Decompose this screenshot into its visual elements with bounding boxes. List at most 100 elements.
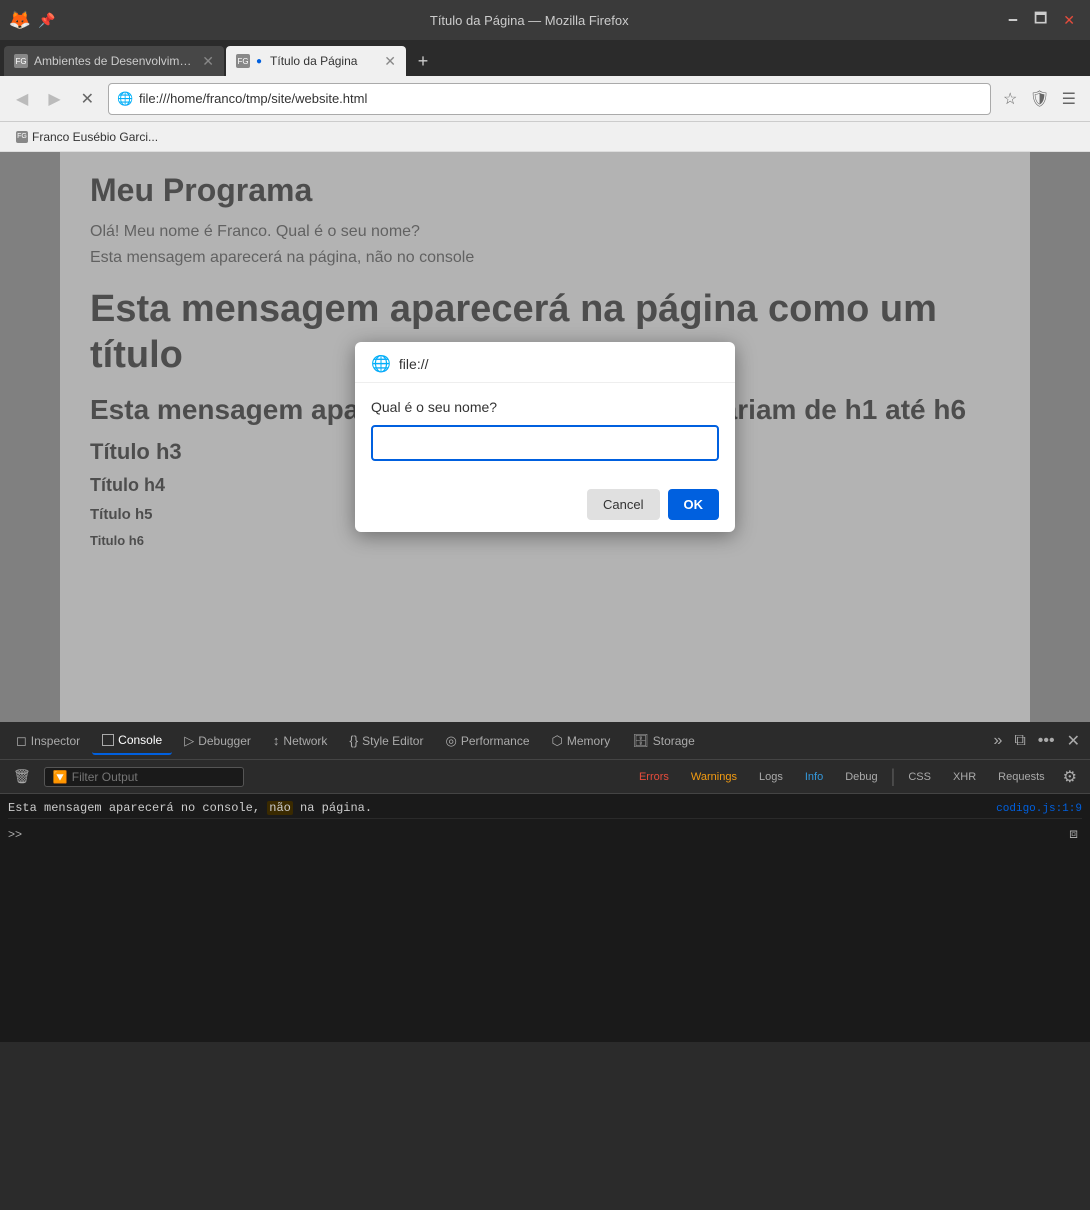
close-button[interactable]: ✕ bbox=[1058, 10, 1080, 31]
devtools-panel: ◻ Inspector Console ▷ Debugger ↕ Network… bbox=[0, 722, 1090, 1042]
storage-icon: 🗄 bbox=[632, 733, 649, 749]
tab-close-titulo[interactable]: ✕ bbox=[384, 53, 396, 70]
dialog-url: file:// bbox=[399, 356, 429, 372]
nav-right-icons: ☆ 🛡 ☰ bbox=[999, 85, 1080, 113]
devtools-toolbar-right: » ⧉ ••• ✕ bbox=[989, 727, 1084, 755]
window-title: Título da Página — Mozilla Firefox bbox=[55, 13, 1003, 28]
filter-output-wrap: 🔽 bbox=[44, 767, 244, 787]
filter-debug-button[interactable]: Debug bbox=[836, 768, 886, 786]
style-editor-label: Style Editor bbox=[362, 734, 423, 748]
forward-button[interactable]: ▶ bbox=[42, 85, 66, 113]
bookmark-franco[interactable]: FG Franco Eusébio Garci... bbox=[10, 128, 164, 146]
tab-close-ambientes[interactable]: ✕ bbox=[202, 53, 214, 70]
dialog-label: Qual é o seu nome? bbox=[371, 399, 719, 415]
dialog-header: 🌐 file:// bbox=[355, 342, 735, 383]
titlebar-left: 🦊 📌 bbox=[10, 10, 55, 30]
console-filter-buttons: Errors Warnings Logs Info Debug | CSS XH… bbox=[630, 764, 1082, 790]
navbar: ◀ ▶ ✕ 🌐 file:///home/franco/tmp/site/web… bbox=[0, 76, 1090, 122]
console-log-line: Esta mensagem aparecerá no console, não … bbox=[8, 798, 1082, 819]
inspector-icon: ◻ bbox=[16, 733, 27, 749]
titlebar: 🦊 📌 Título da Página — Mozilla Firefox 🗕… bbox=[0, 0, 1090, 40]
tab-console[interactable]: Console bbox=[92, 727, 172, 755]
bookmarks-bar: FG Franco Eusébio Garci... bbox=[0, 122, 1090, 152]
debugger-label: Debugger bbox=[198, 734, 251, 748]
tab-style-editor[interactable]: {} Style Editor bbox=[339, 727, 433, 754]
ok-button[interactable]: OK bbox=[668, 489, 720, 520]
filter-info-button[interactable]: Info bbox=[796, 768, 832, 786]
prompt-chevron: >> bbox=[8, 827, 22, 841]
performance-icon: ◎ bbox=[445, 733, 456, 749]
tab-debugger[interactable]: ▷ Debugger bbox=[174, 727, 261, 755]
network-label: Network bbox=[283, 734, 327, 748]
tab-modified-dot: ● bbox=[256, 56, 262, 67]
shield-icon-btn[interactable]: 🛡 bbox=[1025, 85, 1053, 113]
filter-logs-button[interactable]: Logs bbox=[750, 768, 792, 786]
tab-favicon-titulo: FG bbox=[236, 54, 250, 68]
console-toolbar: 🗑 🔽 Errors Warnings Logs Info Debug | CS… bbox=[0, 760, 1090, 794]
pin-icon: 📌 bbox=[38, 12, 55, 29]
console-label: Console bbox=[118, 733, 162, 747]
console-log-source[interactable]: codigo.js:1:9 bbox=[996, 803, 1082, 815]
console-log-text: Esta mensagem aparecerá no console, não … bbox=[8, 801, 988, 815]
cancel-button[interactable]: Cancel bbox=[587, 489, 659, 520]
tab-ambientes[interactable]: FG Ambientes de Desenvolvimen... ✕ bbox=[4, 46, 224, 76]
tab-title-ambientes: Ambientes de Desenvolvimen... bbox=[34, 54, 196, 68]
detach-button[interactable]: ⧉ bbox=[1010, 728, 1029, 754]
tab-network[interactable]: ↕ Network bbox=[263, 727, 338, 754]
filter-css-button[interactable]: CSS bbox=[899, 768, 940, 786]
bookmark-icon-btn[interactable]: ☆ bbox=[999, 85, 1021, 113]
tab-storage[interactable]: 🗄 Storage bbox=[622, 727, 705, 755]
page-area: Meu Programa Olá! Meu nome é Franco. Qua… bbox=[0, 152, 1090, 722]
tab-bar: FG Ambientes de Desenvolvimen... ✕ FG ● … bbox=[0, 40, 1090, 76]
devtools-close-button[interactable]: ✕ bbox=[1063, 727, 1084, 755]
network-icon: ↕ bbox=[273, 733, 280, 748]
dialog-input[interactable] bbox=[371, 425, 719, 461]
tab-memory[interactable]: ⬡ Memory bbox=[542, 727, 621, 755]
url-bar[interactable]: 🌐 file:///home/franco/tmp/site/website.h… bbox=[108, 83, 991, 115]
tab-inspector[interactable]: ◻ Inspector bbox=[6, 727, 90, 755]
filter-errors-button[interactable]: Errors bbox=[630, 768, 678, 786]
filter-icon: 🔽 bbox=[53, 770, 68, 784]
tab-titulo[interactable]: FG ● Título da Página ✕ bbox=[226, 46, 406, 76]
dialog-footer: Cancel OK bbox=[355, 477, 735, 532]
style-editor-icon: {} bbox=[349, 733, 358, 748]
highlight-not: não bbox=[267, 801, 293, 815]
filter-xhr-button[interactable]: XHR bbox=[944, 768, 985, 786]
new-tab-button[interactable]: + bbox=[408, 46, 438, 76]
bookmark-favicon: FG bbox=[16, 131, 28, 143]
menu-button[interactable]: ☰ bbox=[1058, 85, 1080, 113]
devtools-more-button[interactable]: ••• bbox=[1034, 728, 1059, 754]
memory-icon: ⬡ bbox=[552, 733, 563, 749]
filter-output-input[interactable] bbox=[72, 770, 235, 784]
inspector-label: Inspector bbox=[31, 734, 80, 748]
back-button[interactable]: ◀ bbox=[10, 85, 34, 113]
performance-label: Performance bbox=[461, 734, 530, 748]
tab-performance[interactable]: ◎ Performance bbox=[435, 727, 539, 755]
filter-warnings-button[interactable]: Warnings bbox=[682, 768, 746, 786]
filter-requests-button[interactable]: Requests bbox=[989, 768, 1053, 786]
dialog-box: 🌐 file:// Qual é o seu nome? Cancel OK bbox=[355, 342, 735, 532]
url-text: file:///home/franco/tmp/site/website.htm… bbox=[139, 91, 367, 106]
firefox-logo-icon: 🦊 bbox=[10, 10, 30, 30]
console-output: Esta mensagem aparecerá no console, não … bbox=[0, 794, 1090, 1042]
tab-favicon-ambientes: FG bbox=[14, 54, 28, 68]
console-settings-button[interactable]: ⚙ bbox=[1058, 764, 1082, 790]
minimize-button[interactable]: 🗕 bbox=[1003, 6, 1023, 34]
dialog-overlay: 🌐 file:// Qual é o seu nome? Cancel OK bbox=[0, 152, 1090, 722]
dialog-body: Qual é o seu nome? bbox=[355, 383, 735, 477]
debugger-icon: ▷ bbox=[184, 733, 194, 749]
filter-separator: | bbox=[891, 766, 896, 787]
devtools-toolbar: ◻ Inspector Console ▷ Debugger ↕ Network… bbox=[0, 722, 1090, 760]
window-controls: 🗕 🗖 ✕ bbox=[1003, 6, 1080, 34]
maximize-button[interactable]: 🗖 bbox=[1029, 6, 1052, 34]
storage-label: Storage bbox=[653, 734, 695, 748]
clear-console-button[interactable]: 🗑 bbox=[8, 765, 36, 788]
console-prompt-row: >> ⧈ bbox=[8, 819, 1082, 848]
memory-label: Memory bbox=[567, 734, 610, 748]
tab-title-titulo: Título da Página bbox=[270, 54, 378, 68]
more-tools-button[interactable]: » bbox=[989, 728, 1006, 754]
dialog-globe-icon: 🌐 bbox=[371, 354, 391, 374]
bookmark-label: Franco Eusébio Garci... bbox=[32, 130, 158, 144]
console-split-button[interactable]: ⧈ bbox=[1065, 823, 1082, 844]
reload-button[interactable]: ✕ bbox=[75, 85, 100, 113]
